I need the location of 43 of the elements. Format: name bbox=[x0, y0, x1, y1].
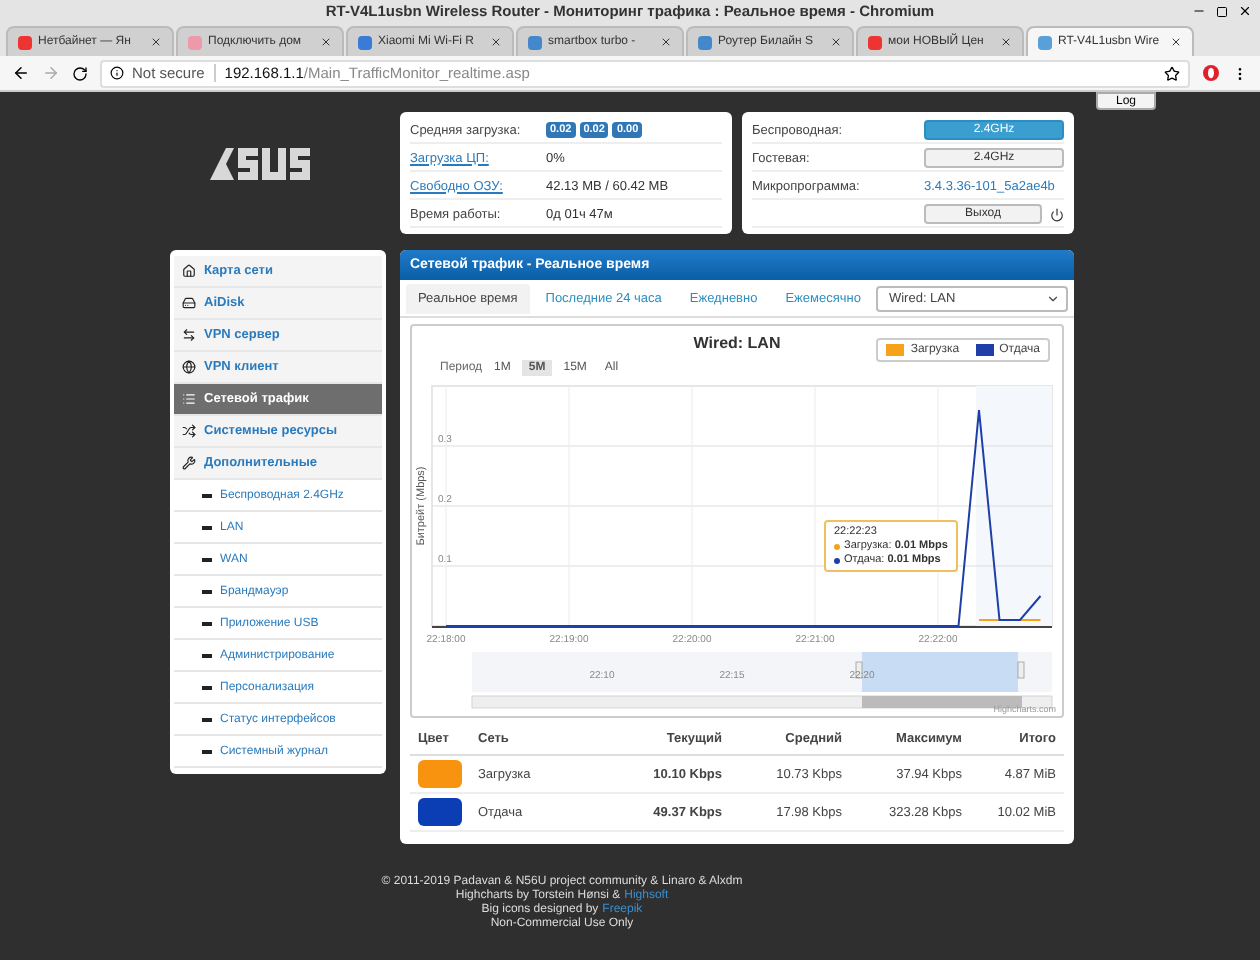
opera-icon[interactable] bbox=[1202, 64, 1220, 82]
favicon-icon bbox=[18, 35, 32, 49]
close-icon[interactable] bbox=[1170, 36, 1182, 48]
drive-icon bbox=[182, 296, 196, 310]
star-icon[interactable] bbox=[1164, 65, 1180, 81]
wrench-icon bbox=[182, 456, 196, 470]
favicon-icon bbox=[188, 35, 202, 49]
favicon-icon bbox=[358, 35, 372, 49]
favicon-icon bbox=[528, 35, 542, 49]
close-icon[interactable] bbox=[490, 36, 502, 48]
power-icon[interactable] bbox=[1050, 207, 1064, 221]
globe-icon bbox=[182, 360, 196, 374]
dash-icon bbox=[202, 621, 212, 625]
favicon-icon bbox=[868, 35, 882, 49]
close-icon[interactable] bbox=[320, 36, 332, 48]
back-icon[interactable] bbox=[12, 64, 30, 82]
close-icon[interactable] bbox=[1000, 36, 1012, 48]
arrows-icon bbox=[182, 328, 196, 342]
minimize-icon[interactable] bbox=[1192, 4, 1206, 18]
reload-icon[interactable] bbox=[72, 65, 88, 81]
dash-icon bbox=[202, 717, 212, 721]
list-icon bbox=[182, 392, 196, 406]
favicon-icon bbox=[698, 35, 712, 49]
close-icon[interactable] bbox=[150, 36, 162, 48]
chart-title: Wired: LAN bbox=[693, 332, 781, 356]
info-icon bbox=[110, 66, 124, 80]
close-icon[interactable] bbox=[830, 36, 842, 48]
favicon-icon bbox=[1038, 35, 1052, 49]
dash-icon bbox=[202, 525, 212, 529]
dash-icon bbox=[202, 493, 212, 497]
dash-icon bbox=[202, 749, 212, 753]
close-icon[interactable] bbox=[1238, 4, 1252, 18]
shuffle-icon bbox=[182, 424, 196, 438]
series-dot bbox=[834, 557, 840, 563]
dash-icon bbox=[202, 557, 212, 561]
dash-icon bbox=[202, 653, 212, 657]
dash-icon bbox=[202, 589, 212, 593]
home-icon bbox=[182, 264, 196, 278]
dash-icon bbox=[202, 685, 212, 689]
maximize-icon[interactable] bbox=[1216, 5, 1228, 17]
caret-icon bbox=[1046, 291, 1060, 305]
close-icon[interactable] bbox=[660, 36, 672, 48]
series-dot bbox=[834, 543, 840, 549]
